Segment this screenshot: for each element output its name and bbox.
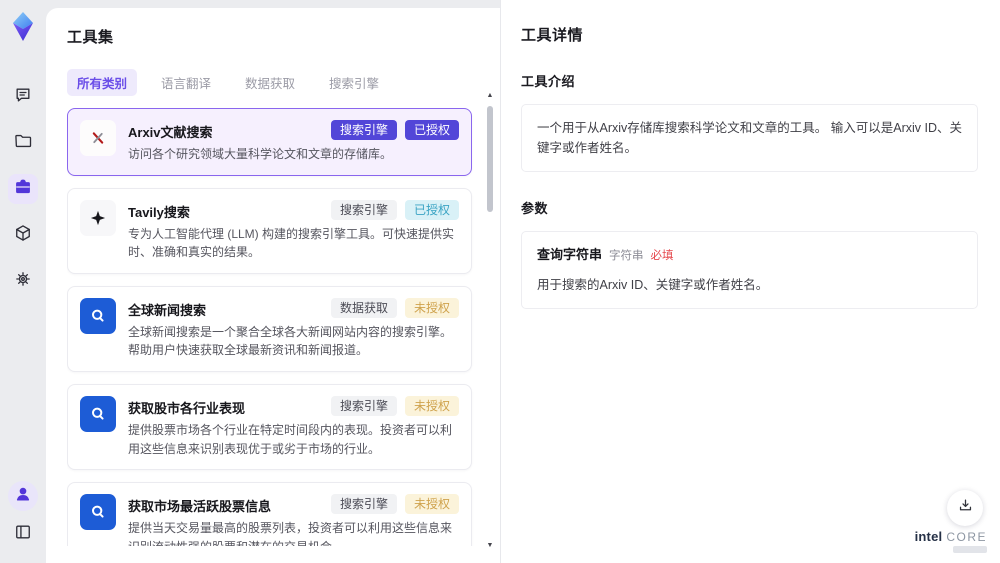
sidebar-item-chat[interactable] <box>8 82 38 112</box>
tool-card-arxiv[interactable]: Arxiv文献搜索 搜索引擎 已授权 访问各个研究领域大量科学论文和文章的存储库… <box>67 108 472 176</box>
category-badge: 数据获取 <box>330 297 397 318</box>
tab-data-fetch[interactable]: 数据获取 <box>235 69 305 96</box>
auth-badge: 未授权 <box>404 494 459 515</box>
auth-badge: 已授权 <box>404 199 459 220</box>
tab-all-categories[interactable]: 所有类别 <box>67 69 138 96</box>
param-name: 查询字符串 <box>537 247 603 262</box>
intel-core-logo: intel CORE <box>915 530 987 553</box>
category-badge: 搜索引擎 <box>330 199 397 220</box>
sidebar-item-tools[interactable] <box>8 174 38 204</box>
panel-toggle-icon <box>13 522 33 547</box>
auth-badge: 未授权 <box>404 297 459 318</box>
tool-description: 提供股票市场各个行业在特定时间段内的表现。投资者可以利用这些信息来识别表现优于或… <box>128 422 453 456</box>
sidebar-item-settings[interactable] <box>8 266 38 296</box>
page-title: 工具集 <box>67 29 114 46</box>
tool-name: 全球新闻搜索 <box>128 302 207 318</box>
intel-sub-badge <box>953 546 987 553</box>
download-button[interactable] <box>947 490 983 526</box>
app-logo[interactable] <box>6 10 40 44</box>
params-heading: 参数 <box>521 201 549 216</box>
sidebar-item-models[interactable] <box>8 220 38 250</box>
list-scrollbar[interactable]: ▲ ▼ <box>485 92 495 549</box>
tool-description: 专为人工智能代理 (LLM) 构建的搜索引擎工具。可快速提供实时、准确和真实的结… <box>128 226 455 260</box>
tool-card-tavily[interactable]: Tavily搜索 搜索引擎 已授权 专为人工智能代理 (LLM) 构建的搜索引擎… <box>67 187 472 274</box>
arxiv-icon <box>80 120 116 156</box>
tool-description: 全球新闻搜索是一个聚合全球各大新闻网站内容的搜索引擎。帮助用户快速获取全球最新资… <box>128 324 453 358</box>
tool-card-sector-performance[interactable]: 获取股市各行业表现 搜索引擎 未授权 提供股票市场各个行业在特定时间段内的表现。… <box>67 383 472 471</box>
category-badge: 搜索引擎 <box>330 395 397 416</box>
intro-box: 一个用于从Arxiv存储库搜索科学论文和文章的工具。 输入可以是Arxiv ID… <box>521 104 978 172</box>
sidebar-item-account[interactable] <box>8 481 38 511</box>
detail-title: 工具详情 <box>521 27 584 44</box>
tool-description: 提供当天交易量最高的股票列表，投资者可以利用这些信息来识别流动性强的股票和潜在的… <box>128 521 453 546</box>
category-badge: 搜索引擎 <box>330 494 397 515</box>
auth-badge: 已授权 <box>404 120 459 140</box>
category-badge: 搜索引擎 <box>330 120 397 140</box>
sparkle-icon <box>80 199 116 236</box>
search-blue-icon <box>80 494 116 531</box>
core-wordmark: CORE <box>946 530 987 544</box>
chat-icon <box>13 85 33 110</box>
sidebar-item-files[interactable] <box>8 128 38 158</box>
intro-text: 一个用于从Arxiv存储库搜索科学论文和文章的工具。 输入可以是Arxiv ID… <box>537 121 963 155</box>
tool-name: Arxiv文献搜索 <box>128 125 213 140</box>
download-icon <box>957 497 974 519</box>
scrollbar-thumb[interactable] <box>487 106 493 212</box>
tool-name: 获取市场最活跃股票信息 <box>128 499 272 515</box>
tool-list: Arxiv文献搜索 搜索引擎 已授权 访问各个研究领域大量科学论文和文章的存储库… <box>67 108 500 546</box>
search-blue-icon <box>80 395 116 432</box>
scroll-up-icon[interactable]: ▲ <box>485 92 495 99</box>
category-tabs: 所有类别 语言翻译 数据获取 搜索引擎 <box>67 69 500 96</box>
tool-list-panel: 工具集 所有类别 语言翻译 数据获取 搜索引擎 Arxiv文献搜索 搜索引擎 已… <box>46 8 500 563</box>
user-icon <box>13 484 33 509</box>
auth-badge: 未授权 <box>404 395 459 416</box>
intel-wordmark: intel <box>914 529 943 544</box>
tool-detail-panel: 工具详情 工具介绍 一个用于从Arxiv存储库搜索科学论文和文章的工具。 输入可… <box>500 0 1000 563</box>
tab-search-engine[interactable]: 搜索引擎 <box>319 69 389 96</box>
param-type: 字符串 <box>609 250 644 262</box>
search-blue-icon <box>80 297 116 334</box>
settings-icon <box>13 269 33 294</box>
tab-language-translation[interactable]: 语言翻译 <box>151 69 221 96</box>
param-description: 用于搜索的Arxiv ID、关键字或作者姓名。 <box>537 277 769 292</box>
cube-icon <box>13 223 33 248</box>
toolbox-icon <box>13 177 33 202</box>
param-box: 查询字符串 字符串 必填 用于搜索的Arxiv ID、关键字或作者姓名。 <box>521 231 978 309</box>
tool-card-global-news[interactable]: 全球新闻搜索 数据获取 未授权 全球新闻搜索是一个聚合全球各大新闻网站内容的搜索… <box>67 285 472 372</box>
intro-heading: 工具介绍 <box>521 74 576 89</box>
scroll-down-icon[interactable]: ▼ <box>485 542 495 549</box>
sidebar-rail <box>0 0 46 563</box>
tool-name: 获取股市各行业表现 <box>128 400 246 416</box>
param-required-badge: 必填 <box>650 250 674 262</box>
tool-card-active-stocks[interactable]: 获取市场最活跃股票信息 搜索引擎 未授权 提供当天交易量最高的股票列表，投资者可… <box>67 482 472 546</box>
folder-icon <box>13 131 33 156</box>
tool-name: Tavily搜索 <box>128 204 190 220</box>
tool-description: 访问各个研究领域大量科学论文和文章的存储库。 <box>128 147 393 161</box>
sidebar-item-collapse[interactable] <box>8 519 38 549</box>
